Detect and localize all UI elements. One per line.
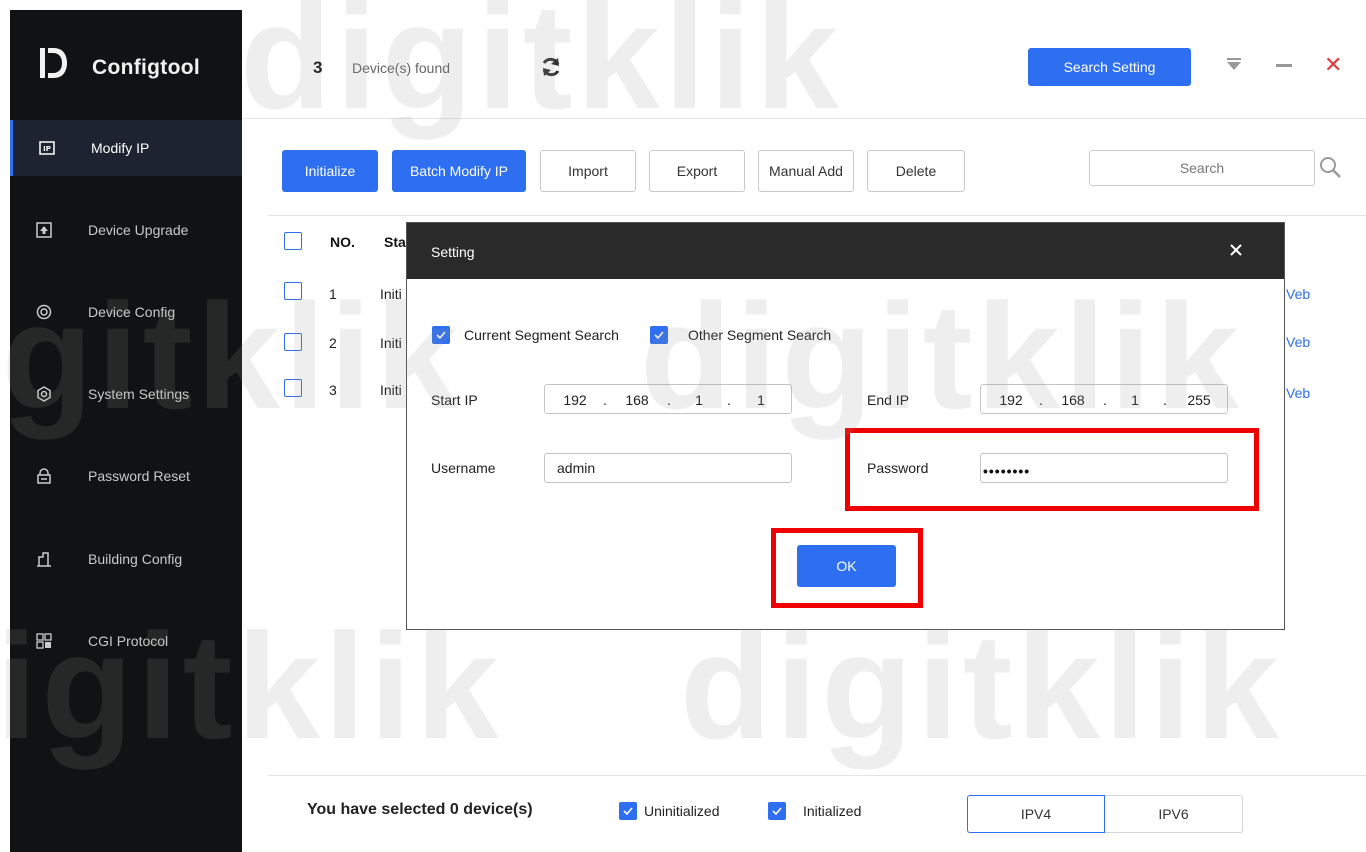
column-header-status: Sta (384, 234, 406, 250)
end-ip-octet-4[interactable]: 255 (1179, 392, 1219, 408)
sidebar-item-cgi-protocol[interactable]: CGI Protocol (10, 613, 242, 669)
row-checkbox[interactable] (284, 379, 302, 397)
table-top-divider (268, 215, 1366, 216)
row-number: 2 (329, 335, 337, 351)
import-button[interactable]: Import (540, 150, 636, 192)
initialized-checkbox[interactable] (768, 802, 786, 820)
end-ip-input[interactable]: 192 . 168 . 1 . 255 (980, 384, 1228, 414)
username-label: Username (431, 460, 496, 476)
grid-icon (36, 633, 52, 649)
other-segment-label: Other Segment Search (688, 327, 832, 343)
sidebar-item-label: Building Config (88, 551, 183, 567)
sidebar-item-device-config[interactable]: Device Config (10, 284, 242, 340)
svg-text:IP: IP (43, 145, 51, 153)
sidebar-item-label: Device Config (88, 304, 176, 320)
web-link[interactable]: Veb (1286, 385, 1310, 401)
batch-modify-ip-button[interactable]: Batch Modify IP (392, 150, 526, 192)
start-ip-input[interactable]: 192 . 168 . 1 . 1 (544, 384, 792, 414)
initialized-label: Initialized (803, 803, 862, 819)
app-logo: Configtool (10, 10, 242, 120)
row-number: 3 (329, 382, 337, 398)
sidebar-item-label: Password Reset (88, 468, 190, 484)
ip-icon: IP (39, 140, 55, 156)
search-setting-button[interactable]: Search Setting (1028, 48, 1191, 86)
start-ip-octet-3[interactable]: 1 (679, 392, 719, 408)
sidebar-item-modify-ip[interactable]: IP Modify IP (10, 120, 242, 176)
ip-dot: . (1039, 392, 1043, 408)
column-header-no: NO. (330, 234, 355, 250)
web-link[interactable]: Veb (1286, 286, 1310, 302)
sidebar-item-system-settings[interactable]: System Settings (10, 366, 242, 422)
target-icon (36, 304, 52, 320)
row-number: 1 (329, 286, 337, 302)
minimize-icon[interactable] (1276, 64, 1292, 68)
ip-dot: . (1163, 392, 1167, 408)
upgrade-icon (36, 222, 52, 238)
app-name: Configtool (92, 56, 200, 79)
ipv6-tab[interactable]: IPV6 (1105, 795, 1243, 833)
end-ip-octet-1[interactable]: 192 (991, 392, 1031, 408)
other-segment-checkbox[interactable] (650, 326, 668, 344)
header-divider (243, 118, 1366, 119)
filter-icon[interactable] (1227, 58, 1241, 72)
ok-button[interactable]: OK (797, 545, 896, 587)
row-checkbox[interactable] (284, 282, 302, 300)
start-ip-label: Start IP (431, 392, 478, 408)
dialog-close-icon[interactable] (1229, 243, 1243, 257)
ip-dot: . (1103, 392, 1107, 408)
sidebar-item-label: Device Upgrade (88, 222, 189, 238)
ip-dot: . (603, 392, 607, 408)
ip-dot: . (667, 392, 671, 408)
current-segment-checkbox[interactable] (432, 326, 450, 344)
row-checkbox[interactable] (284, 333, 302, 351)
start-ip-octet-2[interactable]: 168 (617, 392, 657, 408)
end-ip-octet-2[interactable]: 168 (1053, 392, 1093, 408)
end-ip-octet-3[interactable]: 1 (1115, 392, 1155, 408)
search-input[interactable] (1089, 150, 1315, 186)
sidebar-item-label: CGI Protocol (88, 633, 169, 649)
end-ip-label: End IP (867, 392, 910, 408)
ip-dot: . (727, 392, 731, 408)
search-icon[interactable] (1318, 155, 1342, 179)
manual-add-button[interactable]: Manual Add (758, 150, 854, 192)
device-count: 3 (313, 58, 323, 77)
devices-found-label: Device(s) found (352, 60, 451, 76)
selected-devices-text: You have selected 0 device(s) (307, 801, 533, 818)
start-ip-octet-1[interactable]: 192 (555, 392, 595, 408)
sidebar-item-label: Modify IP (91, 140, 150, 156)
sidebar: Configtool IP Modify IP Device Upgrade D… (10, 10, 242, 852)
dialog-title: Setting (431, 244, 475, 260)
initialize-button[interactable]: Initialize (282, 150, 378, 192)
close-icon[interactable]: ✕ (1324, 54, 1342, 76)
row-status: Initi (380, 286, 402, 302)
ipv4-tab[interactable]: IPV4 (967, 795, 1105, 833)
row-status: Initi (380, 335, 402, 351)
dialog-header: Setting (407, 223, 1284, 279)
uninitialized-checkbox[interactable] (619, 802, 637, 820)
footer-divider (268, 775, 1366, 776)
configtool-window: Configtool IP Modify IP Device Upgrade D… (0, 0, 1366, 852)
web-link[interactable]: Veb (1286, 334, 1310, 350)
row-status: Initi (380, 382, 402, 398)
export-button[interactable]: Export (649, 150, 745, 192)
sidebar-item-device-upgrade[interactable]: Device Upgrade (10, 202, 242, 258)
password-mask: •••••••• (983, 463, 1031, 479)
username-input[interactable]: admin (544, 453, 792, 483)
lock-icon (36, 468, 52, 484)
uninitialized-label: Uninitialized (644, 803, 720, 819)
refresh-icon[interactable] (540, 56, 562, 78)
select-all-checkbox[interactable] (284, 232, 302, 250)
building-icon (36, 551, 52, 567)
logo-icon (40, 48, 67, 78)
start-ip-octet-4[interactable]: 1 (741, 392, 781, 408)
sidebar-item-password-reset[interactable]: Password Reset (10, 448, 242, 504)
sidebar-item-building-config[interactable]: Building Config (10, 531, 242, 587)
delete-button[interactable]: Delete (867, 150, 965, 192)
current-segment-label: Current Segment Search (464, 327, 619, 343)
settings-icon (36, 386, 52, 402)
sidebar-item-label: System Settings (88, 386, 190, 402)
password-label: Password (867, 460, 929, 476)
